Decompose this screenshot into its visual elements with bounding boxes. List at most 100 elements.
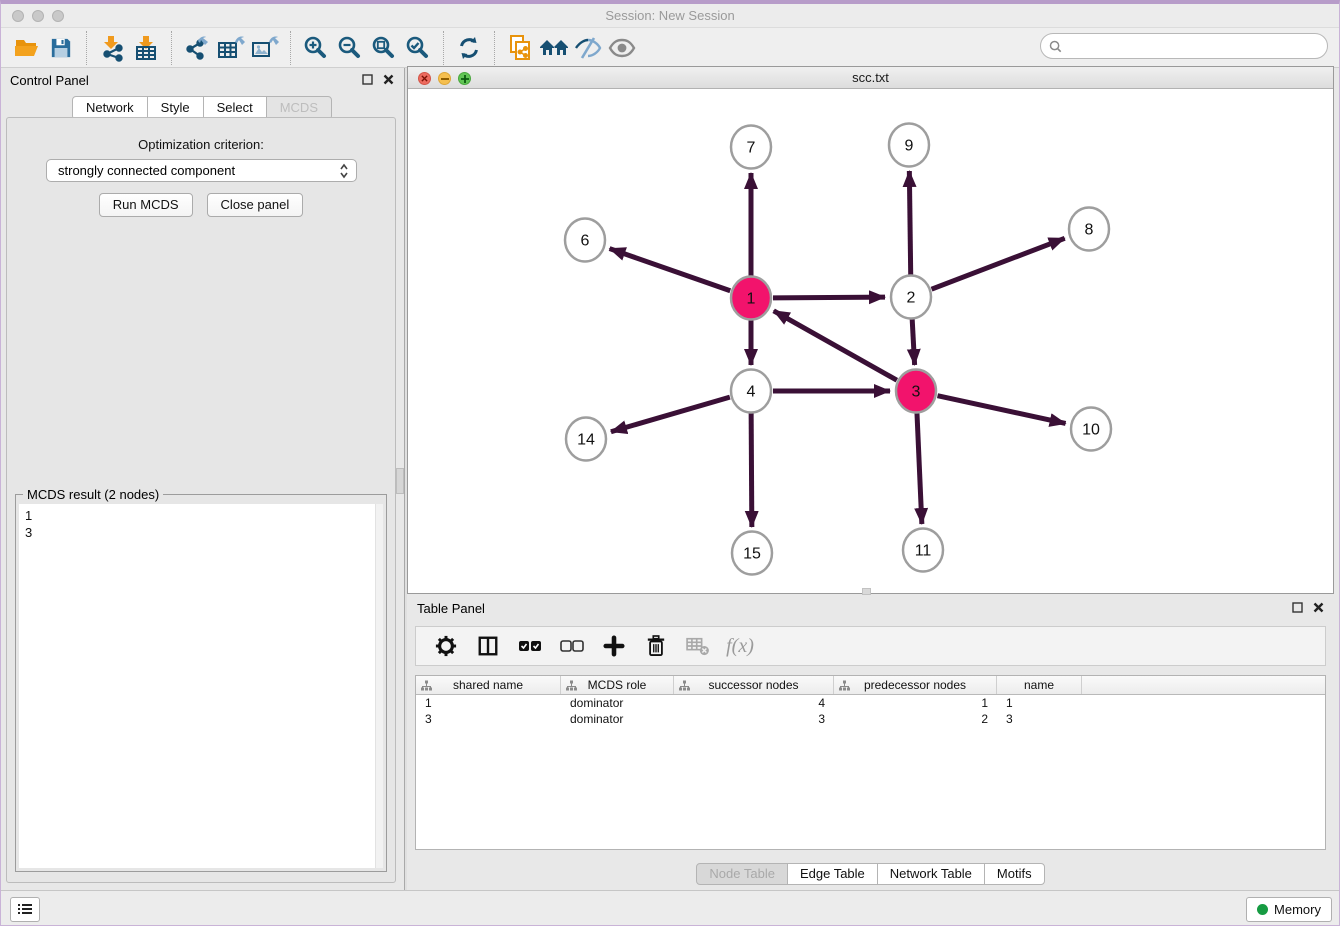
graph-node-8[interactable]: 8 [1069, 208, 1109, 251]
table-settings-button[interactable] [432, 632, 460, 660]
save-session-button[interactable] [44, 33, 78, 63]
show-column-button[interactable] [474, 632, 502, 660]
tab-node-table[interactable]: Node Table [696, 863, 788, 885]
node-label: 15 [743, 546, 761, 563]
deselect-all-button[interactable] [558, 632, 586, 660]
graph-node-3[interactable]: 3 [896, 370, 936, 413]
column-header-successor-nodes[interactable]: successor nodes [674, 676, 834, 694]
graph-node-14[interactable]: 14 [566, 418, 606, 461]
cell-name[interactable]: 3 [997, 711, 1082, 727]
eye-button[interactable] [605, 33, 639, 63]
tab-network-table[interactable]: Network Table [877, 863, 985, 885]
double-home-button[interactable] [537, 33, 571, 63]
delete-table-button[interactable] [684, 632, 712, 660]
edge-3-1[interactable] [774, 311, 897, 380]
memory-button[interactable]: Memory [1246, 897, 1332, 922]
tab-motifs[interactable]: Motifs [984, 863, 1045, 885]
criterion-dropdown[interactable]: strongly connected component [46, 159, 357, 182]
zoom-out-button[interactable] [333, 33, 367, 63]
vertical-splitter-handle[interactable] [396, 468, 404, 494]
delete-column-button[interactable] [642, 632, 670, 660]
graph-node-11[interactable]: 11 [903, 529, 943, 572]
select-all-button[interactable] [516, 632, 544, 660]
network-window-titlebar[interactable]: scc.txt [408, 67, 1333, 89]
column-header-name[interactable]: name [997, 676, 1082, 694]
export-table-button[interactable] [214, 33, 248, 63]
edge-4-14[interactable] [611, 397, 730, 432]
eye-slash-button[interactable] [571, 33, 605, 63]
cell-MCDS-role[interactable]: dominator [561, 711, 674, 727]
network-window-title: scc.txt [408, 70, 1333, 85]
export-network-button[interactable] [180, 33, 214, 63]
edge-3-10[interactable] [937, 396, 1065, 424]
cell-successor-nodes[interactable]: 4 [674, 695, 834, 711]
horizontal-splitter-handle[interactable] [862, 588, 871, 595]
cell-predecessor-nodes[interactable]: 2 [834, 711, 997, 727]
add-column-button[interactable] [600, 632, 628, 660]
float-panel-icon[interactable] [1292, 602, 1303, 613]
hierarchy-icon [566, 680, 577, 691]
import-network-button[interactable] [95, 33, 129, 63]
column-header-label: successor nodes [708, 678, 798, 692]
cell-shared-name[interactable]: 1 [416, 695, 561, 711]
zoom-in-button[interactable] [299, 33, 333, 63]
graph-node-1[interactable]: 1 [731, 277, 771, 320]
result-scrollbar[interactable] [375, 504, 383, 868]
cell-name[interactable]: 1 [997, 695, 1082, 711]
edge-3-11[interactable] [917, 413, 922, 524]
node-label: 2 [907, 290, 916, 307]
network-canvas[interactable]: 7 9 6 8 1 2 4 3 14 10 15 11 [408, 89, 1333, 593]
edge-1-2[interactable] [773, 297, 885, 298]
close-panel-button[interactable]: Close panel [207, 193, 304, 217]
graph-node-9[interactable]: 9 [889, 124, 929, 167]
cell-MCDS-role[interactable]: dominator [561, 695, 674, 711]
edge-2-8[interactable] [932, 238, 1065, 289]
graph-node-10[interactable]: 10 [1071, 408, 1111, 451]
graph-node-15[interactable]: 15 [732, 532, 772, 575]
column-header-MCDS-role[interactable]: MCDS role [561, 676, 674, 694]
edge-4-15[interactable] [751, 413, 752, 527]
zoom-selected-button[interactable] [401, 33, 435, 63]
node-label: 11 [915, 543, 932, 560]
cell-predecessor-nodes[interactable]: 1 [834, 695, 997, 711]
graph-node-7[interactable]: 7 [731, 126, 771, 169]
column-header-shared-name[interactable]: shared name [416, 676, 561, 694]
network-graph[interactable]: 7 9 6 8 1 2 4 3 14 10 15 11 [408, 89, 1333, 593]
optimization-criterion-label: Optimization criterion: [7, 137, 395, 152]
copy-network-file-button[interactable] [503, 33, 537, 63]
search-icon [1049, 40, 1062, 53]
node-label: 8 [1085, 222, 1094, 239]
tab-edge-table[interactable]: Edge Table [787, 863, 878, 885]
apply-layout-button[interactable] [452, 33, 486, 63]
import-table-button[interactable] [129, 33, 163, 63]
function-builder-button[interactable]: f(x) [726, 632, 754, 660]
zoom-fit-button[interactable] [367, 33, 401, 63]
search-input[interactable] [1067, 39, 1307, 54]
node-label: 9 [905, 138, 914, 155]
graph-node-6[interactable]: 6 [565, 219, 605, 262]
mcds-result-text[interactable]: 1 3 [19, 504, 383, 868]
table-row[interactable]: 1dominator411 [416, 695, 1325, 711]
node-table[interactable]: shared nameMCDS role successor nodes prede… [415, 675, 1326, 850]
cell-shared-name[interactable]: 3 [416, 711, 561, 727]
close-panel-icon[interactable] [1313, 602, 1324, 613]
graph-node-4[interactable]: 4 [731, 370, 771, 413]
table-toolbar: f(x) [415, 626, 1326, 666]
cell-successor-nodes[interactable]: 3 [674, 711, 834, 727]
edge-2-3[interactable] [912, 319, 914, 365]
edge-2-9[interactable] [909, 171, 910, 275]
graph-node-2[interactable]: 2 [891, 276, 931, 319]
run-mcds-button[interactable]: Run MCDS [99, 193, 193, 217]
mcds-result-group: MCDS result (2 nodes) 1 3 [15, 494, 387, 872]
edge-1-6[interactable] [610, 249, 731, 291]
zoom-fit-icon [371, 35, 397, 61]
float-panel-icon[interactable] [362, 74, 373, 85]
menu-list-button[interactable] [10, 897, 40, 922]
network-view-window: scc.txt 7 9 6 8 1 2 4 3 14 10 15 11 [407, 66, 1334, 594]
table-row[interactable]: 3dominator323 [416, 711, 1325, 727]
export-image-button[interactable] [248, 33, 282, 63]
open-file-button[interactable] [10, 33, 44, 63]
refresh-icon [457, 36, 481, 60]
close-panel-icon[interactable] [383, 74, 394, 85]
column-header-predecessor-nodes[interactable]: predecessor nodes [834, 676, 997, 694]
